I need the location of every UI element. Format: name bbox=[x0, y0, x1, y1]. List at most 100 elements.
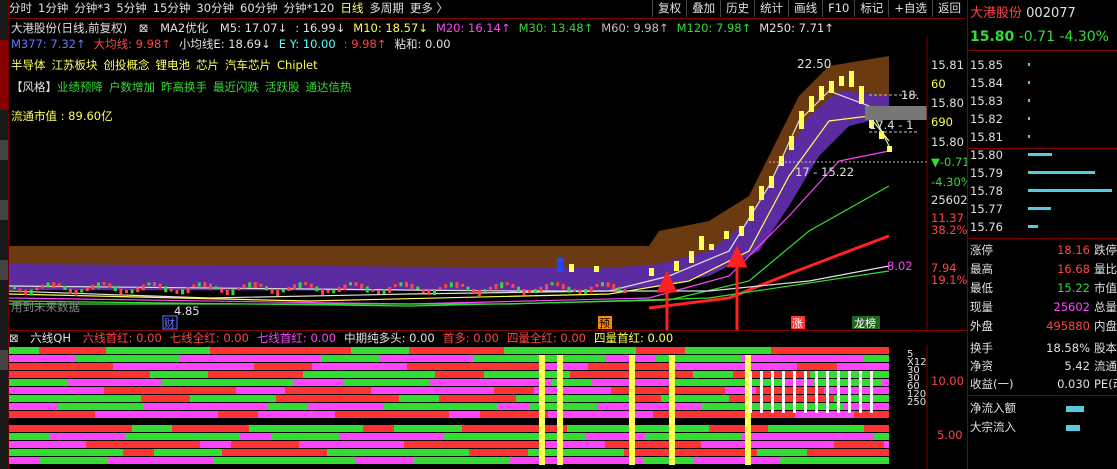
indicator-segment bbox=[335, 411, 449, 418]
indicator-segment bbox=[414, 457, 510, 464]
period-tab-3[interactable]: 5分钟 bbox=[116, 0, 146, 17]
orderbook-row[interactable]: 15.81 bbox=[970, 130, 1117, 144]
indicator-segment bbox=[9, 347, 39, 354]
ma-value-1: : 16.99↓ bbox=[295, 21, 346, 35]
left-tab[interactable] bbox=[0, 350, 8, 370]
sub-indicator-chart[interactable]: 5X12303060120250 10.00 5.00 bbox=[9, 345, 967, 469]
orderbook-price: 15.85 bbox=[970, 58, 1003, 72]
candle bbox=[209, 283, 212, 290]
candle bbox=[293, 284, 296, 290]
quote-label-right: 流通 bbox=[1094, 359, 1117, 373]
candle bbox=[887, 146, 892, 152]
ma-header-line1: 大港股份(日线,前复权) ⊠ MA2优化 M5: 17.07↓: 16.99↓ M… bbox=[11, 21, 850, 35]
left-tab[interactable] bbox=[0, 140, 8, 160]
signal-bar bbox=[848, 371, 851, 413]
axis-label: ▼-0.71 bbox=[931, 155, 967, 169]
sub-indicator-name[interactable]: 六线QH bbox=[30, 331, 71, 345]
orderbook-row[interactable]: 15.85 bbox=[970, 58, 1117, 72]
toolbar-button-8[interactable]: 返回 bbox=[932, 0, 966, 17]
indicator-segment bbox=[343, 379, 429, 386]
toolbar-button-6[interactable]: 标记 bbox=[854, 0, 888, 17]
candle bbox=[617, 286, 621, 290]
axis-label: 19.1% bbox=[931, 273, 967, 287]
candle bbox=[584, 289, 588, 295]
candle bbox=[556, 282, 560, 287]
candle bbox=[242, 284, 246, 289]
flow-bar bbox=[1066, 406, 1084, 412]
indicator-segment bbox=[444, 433, 586, 440]
indicator-segment bbox=[624, 449, 757, 456]
candle bbox=[237, 287, 240, 291]
candle bbox=[203, 282, 207, 288]
period-tab-7[interactable]: 分钟*120 bbox=[284, 0, 335, 17]
candle bbox=[477, 289, 481, 296]
quote-label-right: PE(动 bbox=[1094, 377, 1117, 391]
period-tab-10[interactable]: 更多 〉 bbox=[410, 0, 448, 17]
period-tab-5[interactable]: 30分钟 bbox=[196, 0, 234, 17]
axis-label: 15.80 bbox=[931, 135, 964, 149]
sub-settings-icon[interactable]: ⊠ bbox=[9, 331, 19, 345]
toolbar-button-5[interactable]: F10 bbox=[822, 0, 854, 17]
indicator-segment bbox=[9, 355, 76, 362]
candle bbox=[849, 71, 854, 87]
period-tab-9[interactable]: 多周期 bbox=[369, 0, 404, 17]
toolbar-button-0[interactable]: 复权 bbox=[652, 0, 686, 17]
indicator-segment bbox=[258, 411, 335, 418]
period-tab-2[interactable]: 分钟*3 bbox=[74, 0, 110, 17]
candle bbox=[539, 286, 543, 292]
indicator-name[interactable]: MA2优化 bbox=[160, 21, 208, 35]
left-tab-active[interactable] bbox=[0, 40, 8, 110]
candle bbox=[141, 284, 145, 291]
left-tab[interactable] bbox=[0, 200, 8, 220]
quote-row: 收益(一) 0.030 PE(动 bbox=[970, 377, 1117, 391]
indicator-segment bbox=[67, 379, 162, 386]
indicator-segment bbox=[605, 441, 701, 448]
candle bbox=[74, 289, 78, 296]
indicator-segment bbox=[586, 433, 645, 440]
quote-row: 最低 15.22 市值 bbox=[970, 281, 1117, 295]
indicator-segment bbox=[200, 441, 231, 448]
period-tab-1[interactable]: 1分钟 bbox=[38, 0, 68, 17]
indicator-segment bbox=[213, 457, 355, 464]
orderbook-row[interactable]: 15.84 bbox=[970, 76, 1117, 90]
period-tab-4[interactable]: 15分钟 bbox=[153, 0, 191, 17]
candle bbox=[85, 287, 89, 292]
axis-label: 690 bbox=[931, 115, 953, 129]
indicator-settings-icon[interactable]: ⊠ bbox=[139, 21, 149, 35]
toolbar-button-1[interactable]: 叠加 bbox=[686, 0, 720, 17]
orderbook-row[interactable]: 15.76 bbox=[970, 220, 1117, 234]
orderbook-price: 15.76 bbox=[970, 220, 1003, 234]
candle bbox=[528, 290, 532, 293]
toolbar-button-2[interactable]: 历史 bbox=[720, 0, 754, 17]
indicator-segment bbox=[645, 433, 741, 440]
period-tab-6[interactable]: 60分钟 bbox=[240, 0, 278, 17]
left-tab[interactable] bbox=[0, 260, 8, 280]
toolbar-button-7[interactable]: +自选 bbox=[888, 0, 932, 17]
indicator-segment bbox=[208, 371, 303, 378]
orderbook-row[interactable]: 15.80 bbox=[970, 148, 1117, 162]
toolbar-button-4[interactable]: 画线 bbox=[788, 0, 822, 17]
orderbook-row[interactable]: 15.77 bbox=[970, 202, 1117, 216]
kline-chart[interactable]: 22.50 17 - 15.22 4.85 18. 17.4 - 1 8.02 … bbox=[9, 36, 967, 331]
indicator-segment bbox=[222, 449, 327, 456]
orderbook-row[interactable]: 15.82 bbox=[970, 112, 1117, 126]
period-tab-8[interactable]: 日线 bbox=[340, 0, 363, 17]
toolbar-button-3[interactable]: 统计 bbox=[754, 0, 788, 17]
orderbook-row[interactable]: 15.79 bbox=[970, 166, 1117, 180]
orderbook-volume-bar bbox=[1028, 225, 1039, 228]
indicator-segment bbox=[834, 441, 884, 448]
left-tab-strip[interactable] bbox=[0, 0, 9, 469]
orderbook-volume-bar bbox=[1028, 153, 1053, 156]
candle bbox=[461, 283, 464, 287]
period-tab-0[interactable]: 分时 bbox=[9, 0, 32, 17]
candle bbox=[489, 286, 492, 291]
candle bbox=[63, 286, 67, 291]
stock-header: 大港股份 002077 bbox=[970, 7, 1076, 21]
orderbook-price: 15.77 bbox=[970, 202, 1003, 216]
orderbook-row[interactable]: 15.83 bbox=[970, 94, 1117, 108]
candle bbox=[569, 264, 574, 272]
candle bbox=[759, 186, 764, 200]
candle bbox=[466, 286, 470, 291]
orderbook-row[interactable]: 15.78 bbox=[970, 184, 1117, 198]
indicator-segment bbox=[190, 395, 276, 402]
